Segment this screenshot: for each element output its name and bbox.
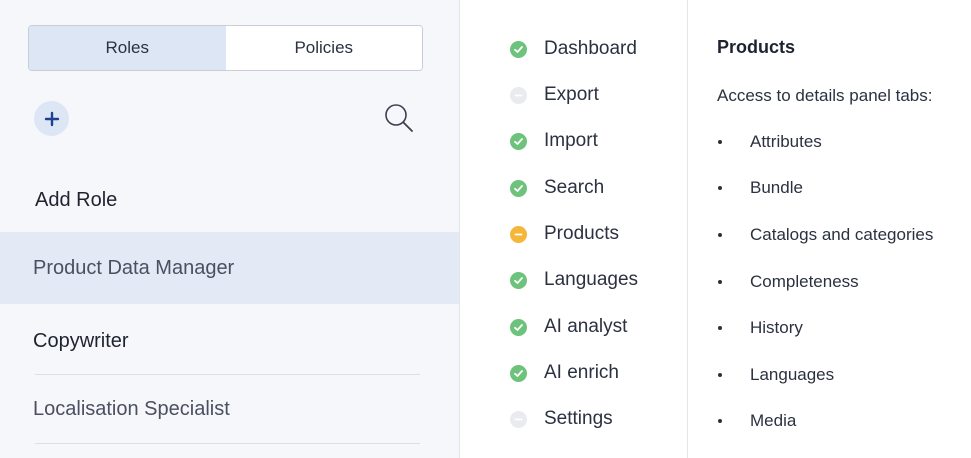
add-role-button[interactable] [34,101,69,136]
permission-products[interactable]: Products [510,219,619,249]
list-item-label: Bundle [750,178,803,197]
list-item-label: Completeness [750,272,859,291]
permission-label: Import [544,130,598,151]
list-item: Bundle [717,176,803,200]
list-item-label: History [750,318,803,337]
permission-settings[interactable]: Settings [510,404,613,434]
minus-icon [510,225,527,243]
role-label: Localisation Specialist [33,397,230,420]
permission-languages[interactable]: Languages [510,265,638,295]
list-item-label: Attributes [750,132,822,151]
bullet-icon [718,373,722,377]
divider [35,374,420,375]
tab-roles[interactable]: Roles [29,26,226,70]
add-role-label: Add Role [35,188,118,211]
roles-panel: Roles Policies Add Role Product Data Man… [0,0,459,458]
permission-label: AI analyst [544,316,628,337]
details-subtitle: Access to details panel tabs: [717,86,933,105]
list-item: History [717,316,803,340]
permission-label: Search [544,177,605,198]
list-item-label: Catalogs and categories [750,225,934,244]
permission-label: Settings [544,408,613,429]
check-icon [510,364,527,382]
role-item-product-data-manager[interactable]: Product Data Manager [0,232,459,304]
search-icon [385,104,413,132]
check-icon [510,132,527,150]
permissions-panel: Dashboard Export Import Search Products … [459,0,688,458]
list-item: Media [717,409,796,433]
permission-label: AI enrich [544,362,619,383]
check-icon [510,179,527,197]
list-item: Catalogs and categories [717,223,933,247]
permission-import[interactable]: Import [510,126,598,156]
permission-ai-analyst[interactable]: AI analyst [510,312,627,342]
list-item: Languages [717,363,834,387]
minus-icon [510,410,527,428]
tab-policies[interactable]: Policies [225,26,422,70]
role-item-localisation-specialist[interactable]: Localisation Specialist [0,380,459,438]
bullet-icon [718,233,722,237]
permission-label: Products [544,223,619,244]
permission-dashboard[interactable]: Dashboard [510,34,637,64]
role-label: Copywriter [33,329,129,352]
search-button[interactable] [382,101,416,135]
list-item-label: Media [750,411,797,430]
bullet-icon [718,326,722,330]
permission-label: Languages [544,269,639,290]
plus-icon [44,111,59,126]
details-panel: Products Access to details panel tabs: A… [689,0,971,458]
list-item: Attributes [717,130,822,154]
minus-icon [510,86,527,104]
permission-label: Dashboard [544,38,637,59]
details-title: Products [717,37,796,57]
check-icon [510,318,527,336]
check-icon [510,40,527,58]
bullet-icon [718,186,722,190]
list-item-label: Languages [750,365,835,384]
role-item-copywriter[interactable]: Copywriter [0,312,459,370]
permission-label: Export [544,84,599,105]
permission-export[interactable]: Export [510,80,599,110]
permission-search[interactable]: Search [510,173,604,203]
divider [35,443,420,444]
bullet-icon [718,140,722,144]
permission-ai-enrich[interactable]: AI enrich [510,358,619,388]
add-role-item[interactable]: Add Role [0,178,459,222]
bullet-icon [718,419,722,423]
list-item: Completeness [717,270,859,294]
check-icon [510,271,527,289]
roles-policies-toggle: Roles Policies [28,25,423,71]
bullet-icon [718,280,722,284]
role-label: Product Data Manager [33,256,235,279]
